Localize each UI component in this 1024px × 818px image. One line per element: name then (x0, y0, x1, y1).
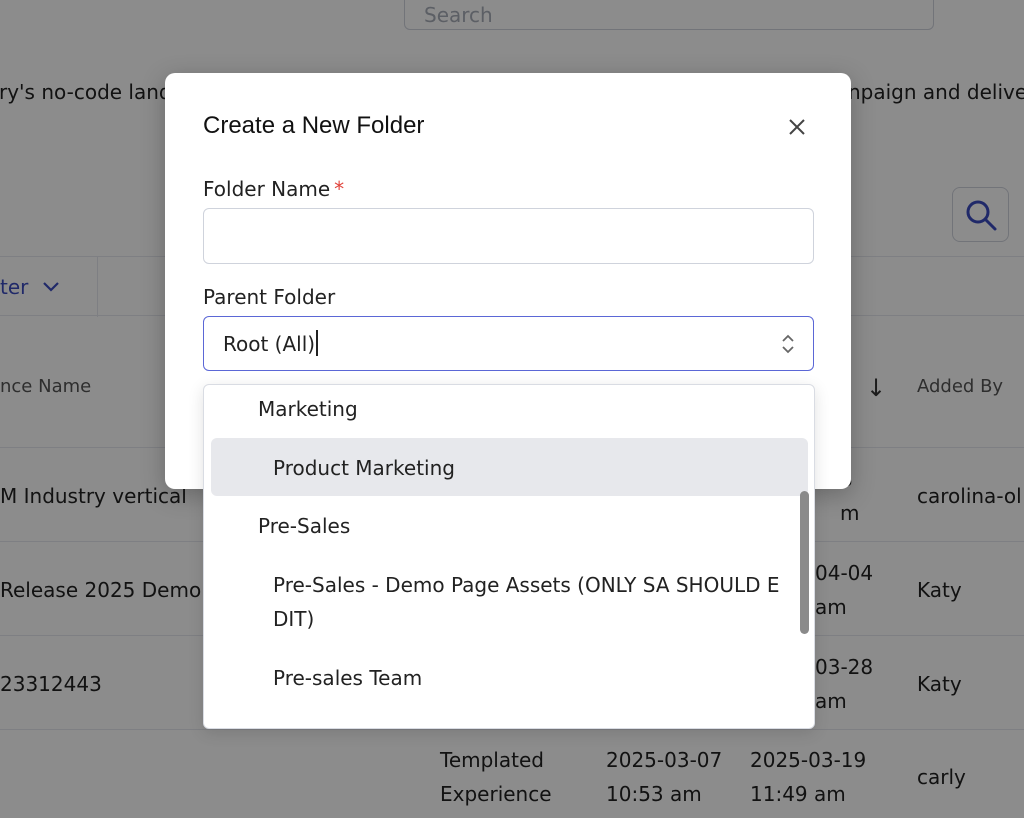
parent-folder-select[interactable]: Root (All) (203, 316, 814, 371)
dropdown-scrollbar[interactable] (800, 491, 809, 634)
option-marketing[interactable]: Marketing (258, 392, 358, 426)
option-pre-sales-team[interactable]: Pre-sales Team (273, 661, 422, 695)
option-label-line2: DIT) (273, 607, 315, 631)
close-button[interactable] (783, 113, 811, 141)
option-pre-sales-demo-page-assets[interactable]: Pre-Sales - Demo Page Assets (ONLY SA SH… (273, 568, 780, 636)
folder-name-label: Folder Name * (203, 177, 344, 201)
parent-folder-value: Root (All) (223, 330, 318, 356)
dialog-title: Create a New Folder (203, 112, 425, 139)
select-updown-icon (782, 334, 794, 354)
parent-folder-options[interactable]: Marketing Product Marketing Pre-Sales Pr… (203, 384, 815, 729)
text-cursor (316, 330, 318, 356)
parent-folder-value-text: Root (All) (223, 332, 316, 356)
required-asterisk: * (334, 177, 345, 201)
option-product-marketing[interactable]: Product Marketing (273, 451, 455, 485)
folder-name-input[interactable] (203, 208, 814, 264)
close-icon (789, 119, 805, 135)
option-label-line1: Pre-Sales - Demo Page Assets (ONLY SA SH… (273, 573, 780, 597)
parent-folder-label: Parent Folder (203, 285, 336, 309)
folder-name-label-text: Folder Name (203, 177, 331, 201)
option-pre-sales[interactable]: Pre-Sales (258, 509, 350, 543)
